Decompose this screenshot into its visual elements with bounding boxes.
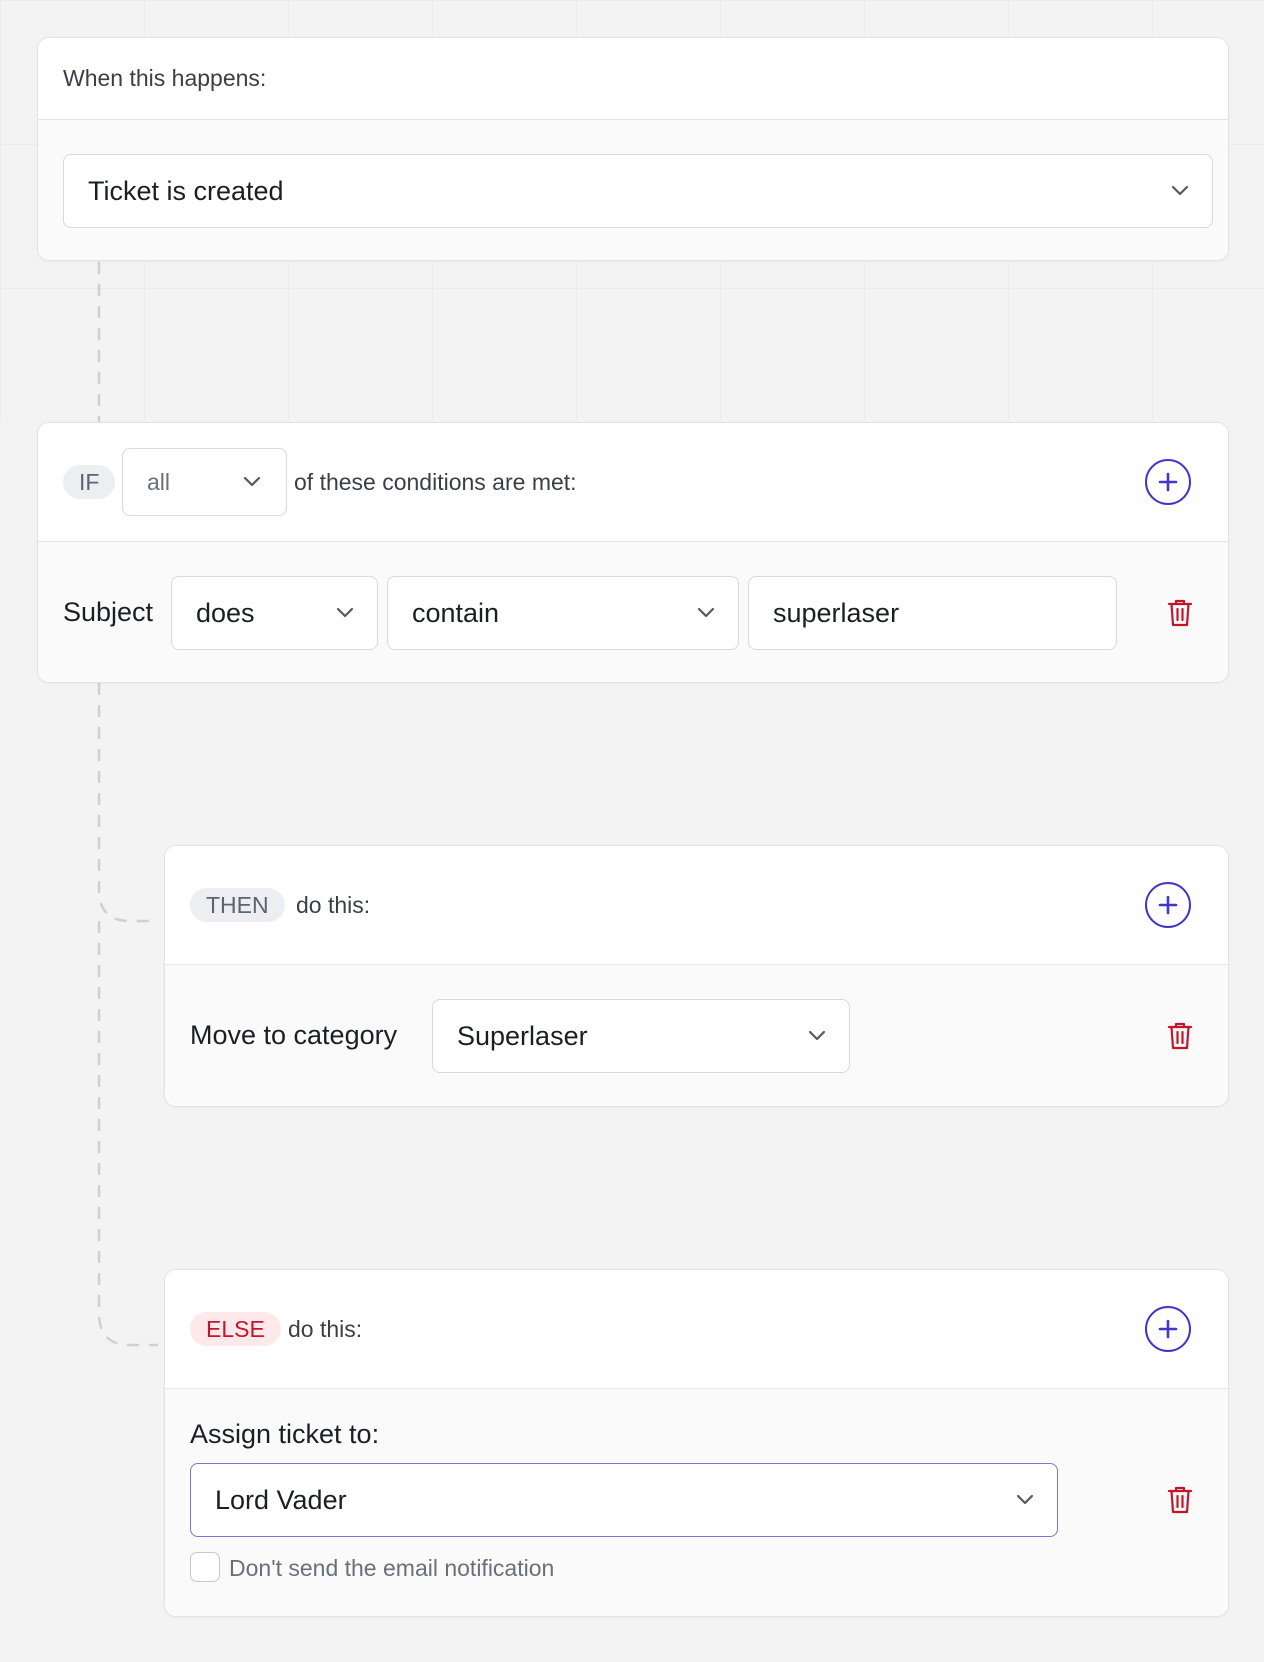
chevron-down-icon — [808, 1030, 826, 1041]
chevron-down-icon — [336, 607, 354, 618]
add-else-action-button[interactable] — [1145, 1306, 1191, 1352]
trigger-event-value: Ticket is created — [88, 175, 284, 206]
else-suffix: do this: — [288, 1316, 363, 1342]
rule-field-label: Subject — [63, 597, 154, 627]
trigger-event-select[interactable]: Ticket is created — [63, 154, 1213, 228]
condition-header: IF all of these conditions are met: — [38, 423, 1228, 542]
rule-comparison-value: contain — [412, 597, 500, 628]
plus-icon — [1158, 1319, 1178, 1339]
chevron-down-icon — [697, 607, 715, 618]
rule-operator-select[interactable]: does — [171, 576, 378, 650]
trash-icon[interactable] — [1167, 1485, 1193, 1515]
condition-suffix: of these conditions are met: — [294, 469, 577, 495]
plus-icon — [1158, 472, 1178, 492]
add-condition-button[interactable] — [1145, 459, 1191, 505]
chevron-down-icon — [1016, 1494, 1034, 1505]
else-action-row: Assign ticket to: Lord Vader Don't send … — [165, 1389, 1228, 1616]
rule-text-value: superlaser — [773, 597, 900, 628]
plus-icon — [1158, 895, 1178, 915]
add-then-action-button[interactable] — [1145, 882, 1191, 928]
email-notification-checkbox[interactable] — [190, 1552, 220, 1582]
chevron-down-icon — [1171, 185, 1189, 196]
then-tag: THEN — [190, 888, 285, 922]
else-card: ELSE do this: Assign ticket to: Lord Vad… — [164, 1269, 1229, 1617]
then-action-label: Move to category — [190, 1020, 398, 1050]
trash-icon[interactable] — [1167, 598, 1193, 628]
then-card: THEN do this: Move to category Superlase… — [164, 845, 1229, 1107]
if-tag: IF — [63, 465, 116, 499]
category-select[interactable]: Superlaser — [432, 999, 850, 1073]
condition-card: IF all of these conditions are met: Subj… — [37, 422, 1229, 683]
assignee-value: Lord Vader — [215, 1484, 347, 1515]
else-header: ELSE do this: — [165, 1270, 1228, 1389]
chevron-down-icon — [243, 476, 261, 487]
else-action-label: Assign ticket to: — [190, 1419, 380, 1449]
match-type-value: all — [147, 468, 171, 495]
trigger-heading: When this happens: — [63, 65, 267, 91]
category-value: Superlaser — [457, 1020, 588, 1051]
assignee-select[interactable]: Lord Vader — [190, 1463, 1058, 1537]
rule-text-input[interactable]: superlaser — [748, 576, 1117, 650]
condition-rule-row: Subject does contain superlaser — [38, 542, 1228, 682]
rule-comparison-select[interactable]: contain — [387, 576, 739, 650]
rule-operator-value: does — [196, 597, 255, 628]
trigger-card: When this happens: Ticket is created — [37, 37, 1229, 261]
trigger-body: Ticket is created — [38, 120, 1228, 260]
trash-icon[interactable] — [1167, 1021, 1193, 1051]
email-notification-label: Don't send the email notification — [229, 1555, 555, 1581]
then-action-row: Move to category Superlaser — [165, 965, 1228, 1106]
trigger-header: When this happens: — [38, 38, 1228, 120]
then-suffix: do this: — [296, 892, 371, 918]
match-type-select[interactable]: all — [122, 448, 287, 516]
then-header: THEN do this: — [165, 846, 1228, 965]
else-tag: ELSE — [190, 1312, 281, 1346]
